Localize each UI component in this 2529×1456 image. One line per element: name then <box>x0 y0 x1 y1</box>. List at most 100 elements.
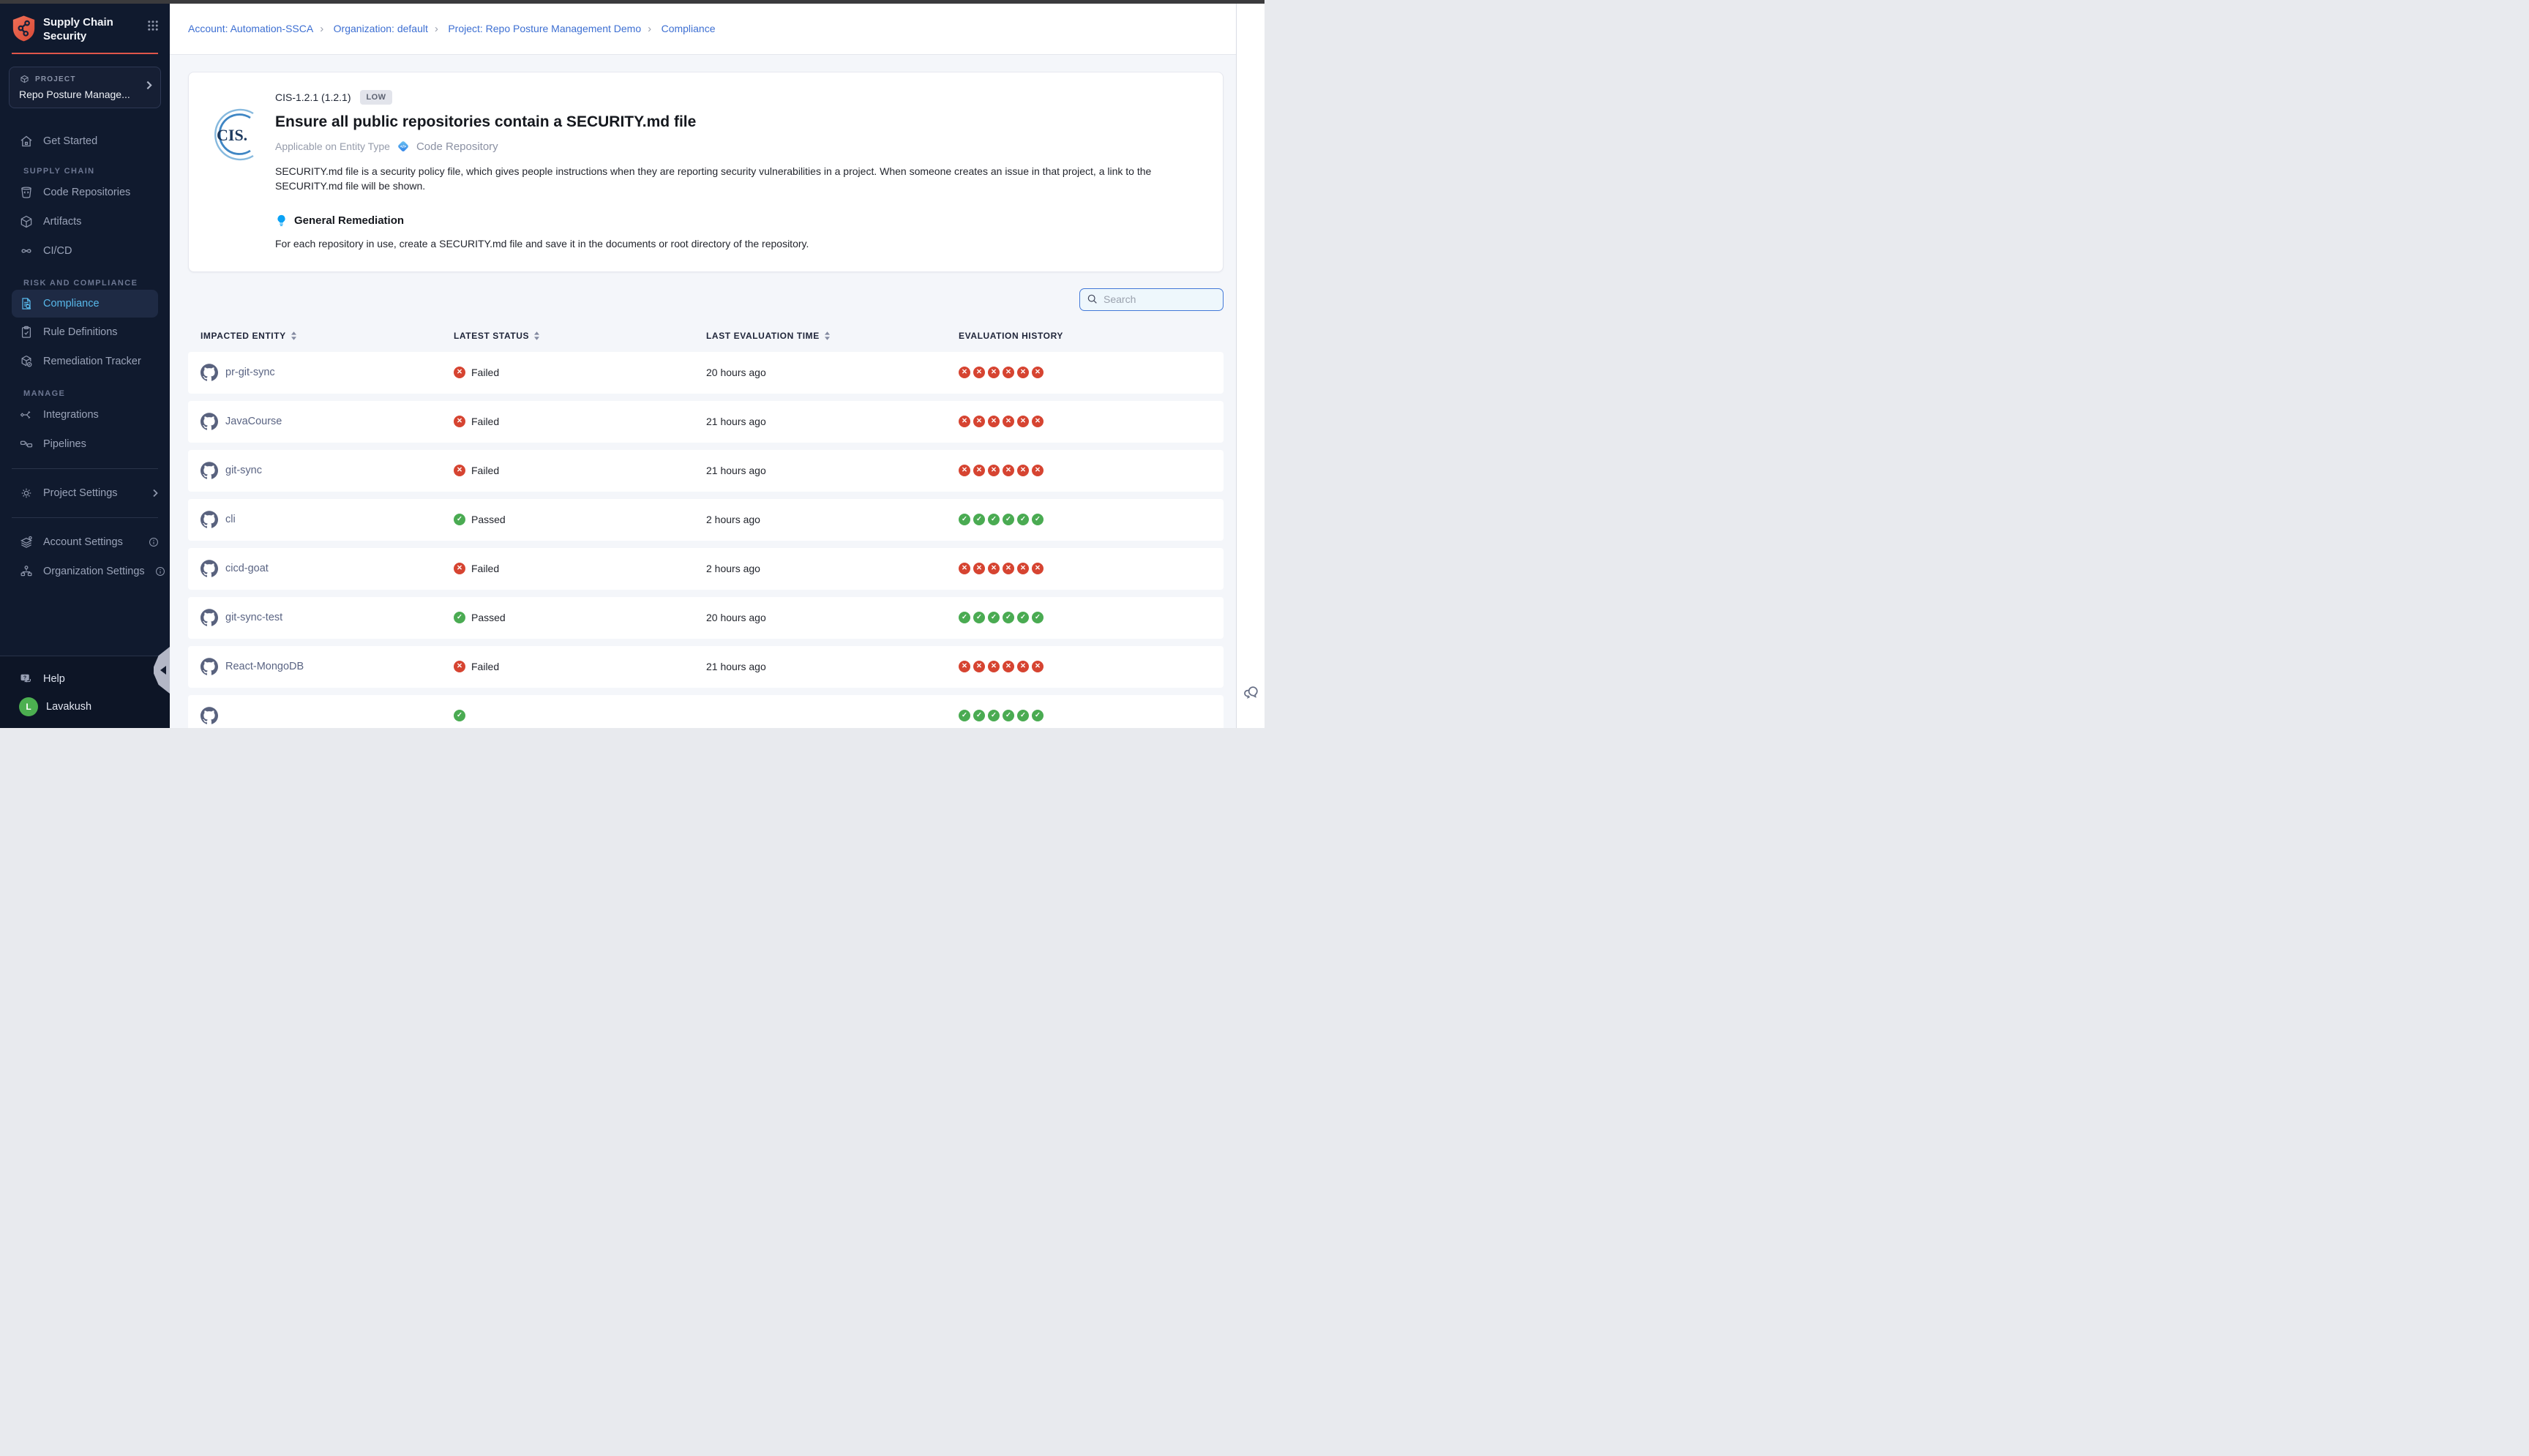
column-label: LAST EVALUATION TIME <box>706 331 820 341</box>
infinity-icon <box>19 244 34 258</box>
status-label: Failed <box>471 367 499 378</box>
rule-detail-card: CIS. CIS-1.2.1 (1.2.1) LOW Ensure all pu… <box>188 72 1224 272</box>
account-layers-icon <box>19 535 34 549</box>
column-label: EVALUATION HISTORY <box>959 331 1063 341</box>
app-window: Supply Chain Security PROJECT Repo Postu… <box>0 0 1264 728</box>
sidebar-item-remediation-tracker[interactable]: Remediation Tracker <box>0 347 170 376</box>
column-header-latest-status[interactable]: LATEST STATUS <box>454 331 706 341</box>
table-row[interactable]: git-sync-test Passed 20 hours ago <box>188 597 1224 639</box>
organization-hierarchy-icon <box>19 564 34 579</box>
history-status-icon <box>1017 416 1029 427</box>
history-status-icon <box>959 514 970 525</box>
table-row[interactable]: cli Passed 2 hours ago <box>188 499 1224 541</box>
entity-name[interactable]: pr-git-sync <box>225 367 275 378</box>
evaluation-time: 2 hours ago <box>706 563 959 574</box>
entity-name[interactable]: cli <box>225 514 236 525</box>
history-status-icon <box>1017 563 1029 574</box>
search-box <box>1079 288 1224 311</box>
history-status-icon <box>988 710 1000 721</box>
compliance-document-search-icon <box>19 296 34 311</box>
sidebar-item-cicd[interactable]: CI/CD <box>0 236 170 266</box>
sort-icon[interactable] <box>533 331 540 341</box>
info-icon[interactable] <box>154 566 166 577</box>
table-row[interactable]: JavaCourse Failed 21 hours ago <box>188 401 1224 443</box>
nav-section-manage: MANAGE <box>23 389 170 398</box>
remediation-heading: General Remediation <box>294 214 404 227</box>
table-row[interactable]: pr-git-sync Failed 20 hours ago <box>188 352 1224 394</box>
breadcrumb-account[interactable]: Account: Automation-SSCA <box>188 23 313 34</box>
sidebar-item-code-repositories[interactable]: Code Repositories <box>0 178 170 207</box>
table-row[interactable]: React-MongoDB Failed 21 hours ago <box>188 646 1224 688</box>
history-status-icon <box>1032 563 1044 574</box>
clipboard-check-icon <box>19 325 34 339</box>
app-title: Supply Chain Security <box>43 15 139 44</box>
svg-text:?: ? <box>23 675 26 681</box>
lightbulb-icon <box>275 214 288 228</box>
entity-name[interactable]: JavaCourse <box>225 416 282 427</box>
sidebar-item-project-settings[interactable]: Project Settings <box>0 479 170 508</box>
sidebar-item-account-settings[interactable]: Account Settings <box>0 528 170 557</box>
status-label: Failed <box>471 661 499 672</box>
column-header-last-evaluation-time[interactable]: LAST EVALUATION TIME <box>706 331 959 341</box>
sidebar-item-integrations[interactable]: Integrations <box>0 400 170 429</box>
status-icon <box>454 661 465 672</box>
github-icon <box>201 609 218 626</box>
user-menu[interactable]: L Lavakush <box>0 693 170 721</box>
history-status-icon <box>1032 514 1044 525</box>
sidebar-item-organization-settings[interactable]: Organization Settings <box>0 557 170 586</box>
sidebar-item-compliance[interactable]: Compliance <box>12 290 158 318</box>
content-area: CIS. CIS-1.2.1 (1.2.1) LOW Ensure all pu… <box>170 55 1236 728</box>
sidebar-item-label: CI/CD <box>43 245 72 257</box>
history-status-icon <box>1017 612 1029 623</box>
status-icon <box>454 514 465 525</box>
entity-type[interactable]: Code Repository <box>416 140 498 153</box>
entity-name[interactable]: cicd-goat <box>225 563 269 574</box>
history-status-icon <box>1003 661 1014 672</box>
nav-divider <box>12 517 158 518</box>
status-label: Passed <box>471 612 506 623</box>
table-row[interactable] <box>188 695 1224 728</box>
table-row[interactable]: cicd-goat Failed 2 hours ago <box>188 548 1224 590</box>
history-status-icon <box>1003 710 1014 721</box>
history-status-icon <box>1003 612 1014 623</box>
breadcrumb-project[interactable]: Project: Repo Posture Management Demo <box>448 23 641 34</box>
module-grid-icon[interactable] <box>146 15 160 36</box>
history-status-icon <box>988 514 1000 525</box>
brand-divider <box>12 53 158 54</box>
breadcrumb-compliance[interactable]: Compliance <box>662 23 716 34</box>
column-header-impacted-entity[interactable]: IMPACTED ENTITY <box>188 331 454 341</box>
evaluation-history <box>959 416 1224 427</box>
history-status-icon <box>988 563 1000 574</box>
right-side-panel <box>1236 4 1264 728</box>
table-header: IMPACTED ENTITY LATEST STATUS LAST EVALU… <box>188 331 1224 352</box>
sidebar-item-label: Code Repositories <box>43 187 130 198</box>
sidebar-item-get-started[interactable]: Get Started <box>0 127 170 156</box>
status-label: Failed <box>471 416 499 427</box>
sidebar-item-label: Project Settings <box>43 487 118 499</box>
chat-support-icon[interactable] <box>1243 683 1260 705</box>
history-status-icon <box>1032 465 1044 476</box>
history-status-icon <box>1003 416 1014 427</box>
entity-name[interactable]: React-MongoDB <box>225 661 304 672</box>
entity-name[interactable]: git-sync <box>225 465 262 476</box>
sort-icon[interactable] <box>824 331 831 341</box>
sidebar-item-pipelines[interactable]: Pipelines <box>0 429 170 459</box>
history-status-icon <box>1017 661 1029 672</box>
search-input[interactable] <box>1104 293 1216 305</box>
info-icon[interactable] <box>148 536 160 548</box>
history-status-icon <box>959 367 970 378</box>
sidebar-item-help[interactable]: ? Help <box>0 665 170 693</box>
breadcrumb-organization[interactable]: Organization: default <box>334 23 428 34</box>
entity-name[interactable]: git-sync-test <box>225 612 282 623</box>
sidebar-item-rule-definitions[interactable]: Rule Definitions <box>0 318 170 347</box>
column-header-evaluation-history: EVALUATION HISTORY <box>959 331 1224 341</box>
status-label: Failed <box>471 465 499 476</box>
nav-section-supply-chain: SUPPLY CHAIN <box>23 167 170 176</box>
help-chat-icon: ? <box>19 672 34 686</box>
table-row[interactable]: git-sync Failed 21 hours ago <box>188 450 1224 492</box>
sort-icon[interactable] <box>291 331 297 341</box>
sidebar-item-artifacts[interactable]: Artifacts <box>0 207 170 236</box>
remediation-box-icon <box>19 354 34 369</box>
evaluation-time: 20 hours ago <box>706 612 959 623</box>
project-selector[interactable]: PROJECT Repo Posture Manage... <box>9 67 161 108</box>
